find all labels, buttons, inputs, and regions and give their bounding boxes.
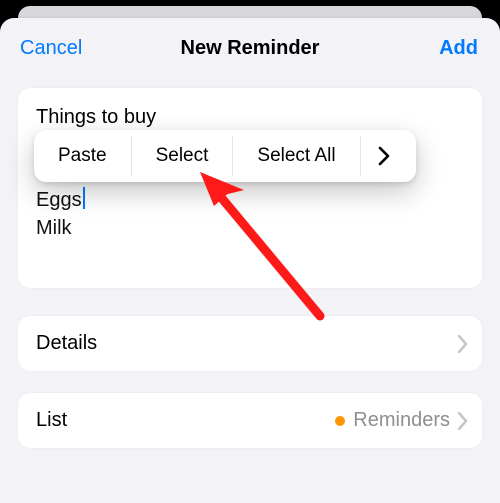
chevron-right-icon xyxy=(458,412,468,430)
context-menu-select[interactable]: Select xyxy=(132,130,233,182)
text-context-menu: Paste Select Select All xyxy=(34,130,416,182)
row-label: List xyxy=(36,409,67,432)
notes-line: Eggs xyxy=(36,189,82,211)
text-cursor xyxy=(83,187,85,209)
list-color-dot xyxy=(335,416,345,426)
reminder-edit-card[interactable]: Things to buy Bread Eggs Milk xyxy=(18,88,482,288)
add-button[interactable]: Add xyxy=(439,18,478,78)
notes-line: Milk xyxy=(36,217,72,239)
details-row-card: Details xyxy=(18,316,482,371)
reminder-title-field[interactable]: Things to buy xyxy=(36,104,464,130)
context-menu-more[interactable] xyxy=(361,130,407,182)
sheet-header: Cancel New Reminder Add xyxy=(0,18,500,78)
list-row-card: List Reminders xyxy=(18,393,482,448)
details-row[interactable]: Details xyxy=(18,316,482,371)
new-reminder-sheet: Cancel New Reminder Add Things to buy Br… xyxy=(0,18,500,503)
context-menu-select-all[interactable]: Select All xyxy=(233,130,359,182)
chevron-right-icon xyxy=(458,335,468,353)
list-value: Reminders xyxy=(353,409,450,432)
context-menu-paste[interactable]: Paste xyxy=(34,130,131,182)
cancel-button[interactable]: Cancel xyxy=(20,18,82,78)
sheet-title: New Reminder xyxy=(181,37,320,60)
chevron-right-icon xyxy=(378,146,390,166)
list-row[interactable]: List Reminders xyxy=(18,393,482,448)
row-label: Details xyxy=(36,332,97,355)
